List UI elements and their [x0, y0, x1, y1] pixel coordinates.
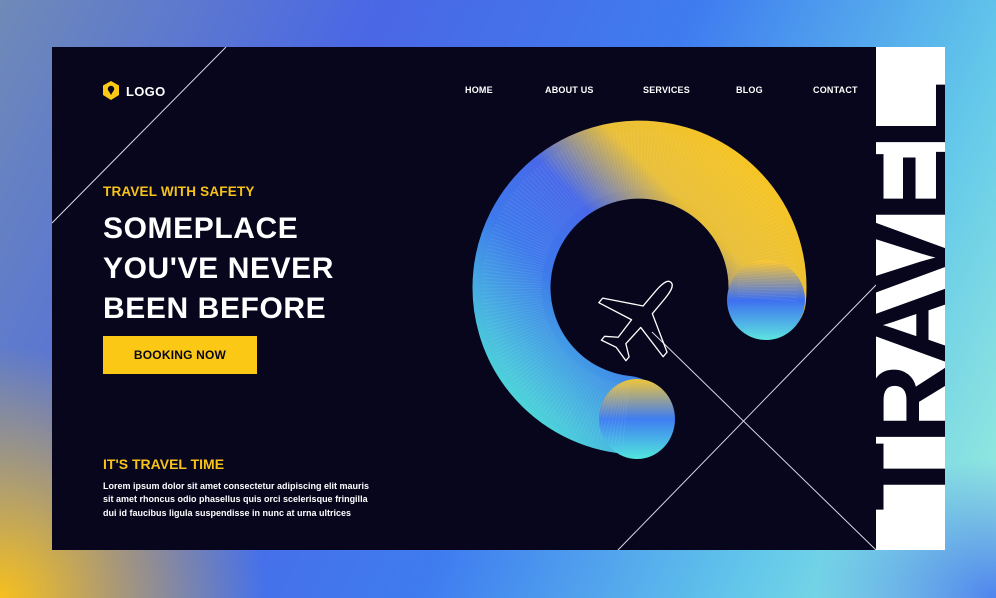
info-body-line: sit amet rhoncus odio phasellus quis orc…	[103, 494, 368, 505]
vertical-word-text: TRAVEL	[876, 83, 945, 511]
nav-item-contact[interactable]: CONTACT	[813, 85, 858, 95]
nav-item-home[interactable]: HOME	[465, 85, 493, 95]
info-body-line: Lorem ipsum dolor sit amet consectetur a…	[103, 481, 370, 491]
headline-line: BEEN BEFORE	[103, 292, 327, 325]
info-body: Lorem ipsum dolor sit amet consectetur a…	[103, 480, 393, 520]
info-title: IT'S TRAVEL TIME	[103, 456, 225, 472]
headline-line: SOMEPLACE	[103, 212, 299, 245]
headline-line: YOU'VE NEVER	[103, 252, 335, 285]
nav-item-services[interactable]: SERVICES	[643, 85, 690, 95]
landing-page-frame: LOGO HOME ABOUT US SERVICES BLOG CONTACT…	[52, 47, 945, 550]
nav-item-about-us[interactable]: ABOUT US	[545, 85, 594, 95]
vertical-travel-word: TRAVEL	[876, 47, 945, 550]
info-body-line: dui id faucibus ligula suspendisse in nu…	[103, 507, 352, 518]
airplane-icon	[598, 280, 673, 362]
nav-item-blog[interactable]: BLOG	[736, 85, 763, 95]
hero-headline: SOMEPLACE YOU'VE NEVER BEEN BEFORE	[103, 209, 423, 329]
main-nav: HOME ABOUT US SERVICES BLOG CONTACT	[52, 85, 945, 99]
hero-eyebrow: TRAVEL WITH SAFETY	[103, 184, 255, 199]
booking-now-button[interactable]: BOOKING NOW	[103, 336, 257, 374]
flight-path-line	[651, 331, 877, 550]
